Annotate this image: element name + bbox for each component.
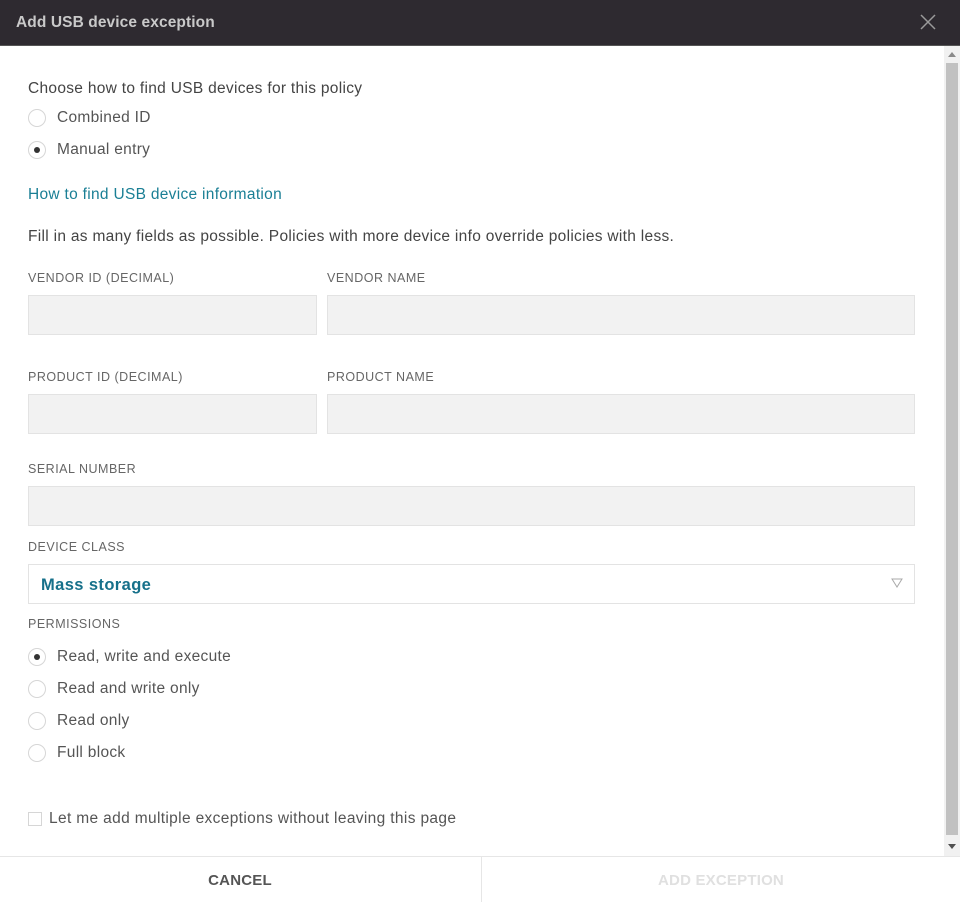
product-name-label: PRODUCT NAME <box>327 370 435 384</box>
multiple-exceptions-checkbox[interactable] <box>28 812 42 826</box>
product-id-input[interactable] <box>29 395 316 433</box>
add-exception-button[interactable]: ADD EXCEPTION <box>481 857 960 902</box>
radio-label: Read only <box>57 712 130 729</box>
radio-label: Combined ID <box>57 109 151 126</box>
radio-read-write-only[interactable]: Read and write only <box>28 679 200 699</box>
cancel-button[interactable]: CANCEL <box>0 857 480 902</box>
radio-read-only[interactable]: Read only <box>28 711 130 731</box>
serial-number-label: SERIAL NUMBER <box>28 462 137 476</box>
dialog-title: Add USB device exception <box>16 14 215 31</box>
radio-button[interactable] <box>28 744 46 762</box>
help-link[interactable]: How to find USB device information <box>28 186 282 204</box>
radio-label: Manual entry <box>57 141 151 158</box>
vendor-name-label: VENDOR NAME <box>327 271 426 285</box>
radio-full-block[interactable]: Full block <box>28 743 125 763</box>
instructions-text: Fill in as many fields as possible. Poli… <box>28 228 675 245</box>
serial-number-field[interactable] <box>28 486 915 526</box>
vendor-id-field[interactable] <box>28 295 317 335</box>
vendor-id-label: VENDOR ID (DECIMAL) <box>28 271 175 285</box>
vendor-name-field[interactable] <box>327 295 915 335</box>
radio-button[interactable] <box>28 712 46 730</box>
product-id-label: PRODUCT ID (DECIMAL) <box>28 370 183 384</box>
close-button[interactable] <box>918 12 938 32</box>
multiple-exceptions-option[interactable]: Let me add multiple exceptions without l… <box>28 809 456 829</box>
chevron-down-icon <box>891 578 903 588</box>
radio-button[interactable] <box>28 109 46 127</box>
radio-button[interactable] <box>28 680 46 698</box>
scroll-thumb[interactable] <box>946 63 958 835</box>
product-name-field[interactable] <box>327 394 915 434</box>
radio-read-write-execute[interactable]: Read, write and execute <box>28 647 231 667</box>
vertical-scrollbar[interactable] <box>944 46 960 856</box>
device-class-label: DEVICE CLASS <box>28 540 126 554</box>
radio-label: Read, write and execute <box>57 648 232 665</box>
dialog-footer: CANCEL ADD EXCEPTION <box>0 856 960 902</box>
radio-label: Full block <box>57 744 126 761</box>
radio-label: Read and write only <box>57 680 200 697</box>
device-class-value: Mass storage <box>41 576 152 594</box>
dialog-titlebar: Add USB device exception <box>0 0 960 46</box>
permissions-label: PERMISSIONS <box>28 617 121 631</box>
radio-combined-id[interactable]: Combined ID <box>28 108 151 128</box>
scroll-up-arrow-icon[interactable] <box>948 52 956 57</box>
radio-manual-entry[interactable]: Manual entry <box>28 140 150 160</box>
serial-number-input[interactable] <box>29 487 914 525</box>
vendor-name-input[interactable] <box>328 296 914 334</box>
product-id-field[interactable] <box>28 394 317 434</box>
dialog-content: Choose how to find USB devices for this … <box>0 46 944 856</box>
radio-button[interactable] <box>28 648 46 666</box>
close-icon <box>920 14 936 30</box>
find-method-prompt: Choose how to find USB devices for this … <box>28 80 363 97</box>
checkbox-label: Let me add multiple exceptions without l… <box>49 810 457 827</box>
vendor-id-input[interactable] <box>29 296 316 334</box>
device-class-select[interactable]: Mass storage <box>28 564 915 604</box>
product-name-input[interactable] <box>328 395 914 433</box>
radio-button[interactable] <box>28 141 46 159</box>
scroll-down-arrow-icon[interactable] <box>948 844 956 849</box>
